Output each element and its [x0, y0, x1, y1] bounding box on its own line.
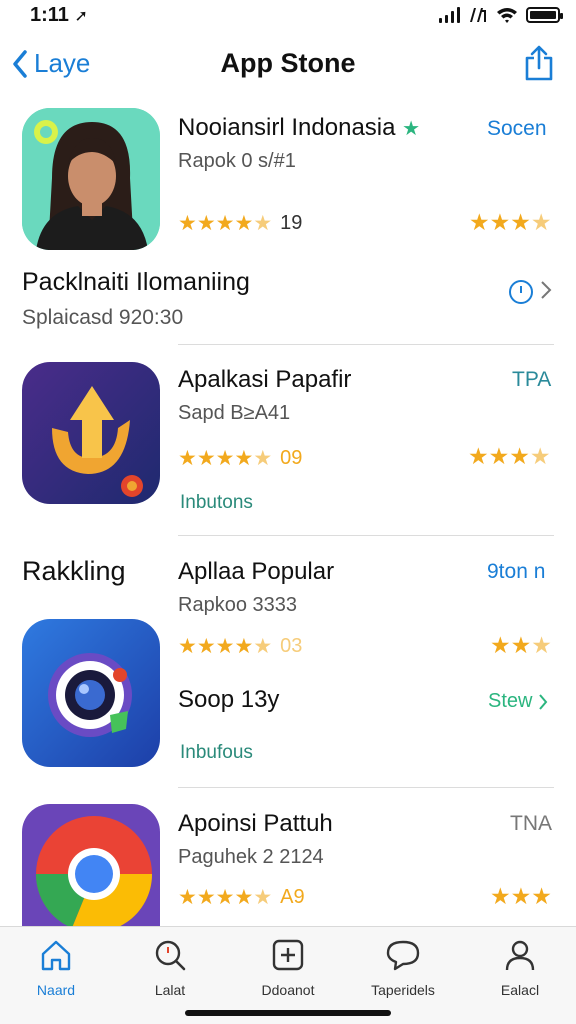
star-rating-icon: ★★★★ — [468, 443, 551, 469]
cellular-signal-icon — [439, 7, 460, 23]
tab-label: Lalat — [154, 982, 186, 998]
rating-count: 19 — [280, 212, 303, 234]
section-title: Rakkling — [22, 556, 126, 586]
app-rating: ★★★★ ★ A9 — [178, 886, 305, 909]
tab-label: Ddoanot — [261, 982, 315, 998]
chat-icon — [386, 940, 420, 971]
star-rating-icon: ★★★ — [490, 632, 552, 658]
app-rating: ★★★★ ★ 03 — [178, 635, 303, 658]
app-icon-arrow[interactable] — [22, 362, 160, 504]
tab-label: Naard — [36, 982, 76, 998]
share-icon — [525, 45, 553, 81]
tab-add[interactable]: Ddoanot — [238, 937, 338, 998]
app-subtitle: Sapd B≥A41 — [178, 402, 291, 424]
app-subtitle: Paguhek 2 2124 — [178, 846, 324, 868]
camera-app-icon — [22, 619, 160, 767]
status-bar: 1:11 ➚ — [0, 0, 576, 34]
rating-count: A9 — [280, 886, 305, 908]
app-rating: ★★★★ ★ 19 — [178, 212, 303, 235]
app-icon-portrait[interactable] — [22, 108, 160, 250]
share-button[interactable] — [524, 44, 554, 87]
app-icon-browser[interactable] — [22, 804, 160, 926]
add-icon — [272, 939, 304, 971]
app-name[interactable]: Apllaa Popular — [178, 558, 334, 586]
tab-home[interactable]: Naard — [6, 937, 106, 998]
tab-chat[interactable]: Taperidels — [353, 937, 453, 998]
star-rating-icon: ★★★★ — [469, 209, 552, 235]
divider — [178, 787, 554, 788]
timer-icon[interactable] — [508, 277, 534, 310]
app-extra-label: Inbufous — [180, 742, 253, 763]
page-title: App Stone — [220, 48, 356, 78]
app-action-button[interactable]: TNA — [510, 812, 552, 836]
app-rating: ★★★★ ★ 09 — [178, 447, 303, 470]
wifi-icon — [497, 8, 517, 23]
battery-icon — [526, 7, 563, 23]
star-rating-icon: ★★★ — [490, 883, 552, 909]
app-name[interactable]: Apoinsi Pattuh — [178, 810, 333, 838]
app-name[interactable]: Nooiansirl Indonasia ★ — [178, 114, 420, 142]
home-indicator[interactable] — [185, 1010, 391, 1016]
app-action-button[interactable]: TPA — [512, 368, 551, 392]
app-action-button[interactable]: 9ton n — [487, 560, 545, 584]
arrow-app-icon — [22, 362, 160, 504]
status-icons — [439, 6, 563, 24]
app-action-button[interactable]: Socen — [487, 117, 547, 141]
browser-app-icon — [22, 804, 160, 926]
chevron-right-icon — [539, 693, 548, 710]
rating-count: 09 — [280, 447, 303, 469]
tab-label: Taperidels — [371, 982, 435, 998]
app-subtitle: Rapkoo 3333 — [178, 594, 297, 616]
person-portrait-icon — [22, 108, 160, 250]
home-icon — [41, 940, 71, 971]
tab-profile[interactable]: Ealacl — [470, 937, 570, 998]
tab-search[interactable]: Lalat — [120, 937, 220, 998]
section-subtitle: Splaicasd 920:30 — [22, 306, 184, 329]
app-secondary-name[interactable]: Soop 13y — [178, 686, 279, 714]
app-extra-label: Inbutons — [180, 492, 253, 513]
search-icon — [155, 940, 186, 971]
rating-count: 03 — [280, 635, 303, 657]
divider — [178, 535, 554, 536]
divider — [178, 344, 554, 345]
app-icon-camera[interactable] — [22, 619, 160, 767]
profile-icon — [505, 940, 535, 971]
navigation-bar: Laye App Stone — [0, 40, 576, 90]
section-title: Packlnaiti Ilomaniing — [22, 268, 250, 296]
app-secondary-action[interactable]: Stew — [488, 690, 548, 713]
app-name[interactable]: Apalkasi Papafir — [178, 366, 351, 394]
tab-label: Ealacl — [500, 982, 540, 998]
status-time: 1:11 ➚ — [30, 4, 88, 26]
network-icon — [470, 8, 486, 22]
secondary-action-label: Stew — [488, 690, 533, 712]
chevron-right-icon[interactable] — [540, 280, 552, 305]
app-subtitle: Rapok 0 s/#1 — [178, 150, 296, 172]
